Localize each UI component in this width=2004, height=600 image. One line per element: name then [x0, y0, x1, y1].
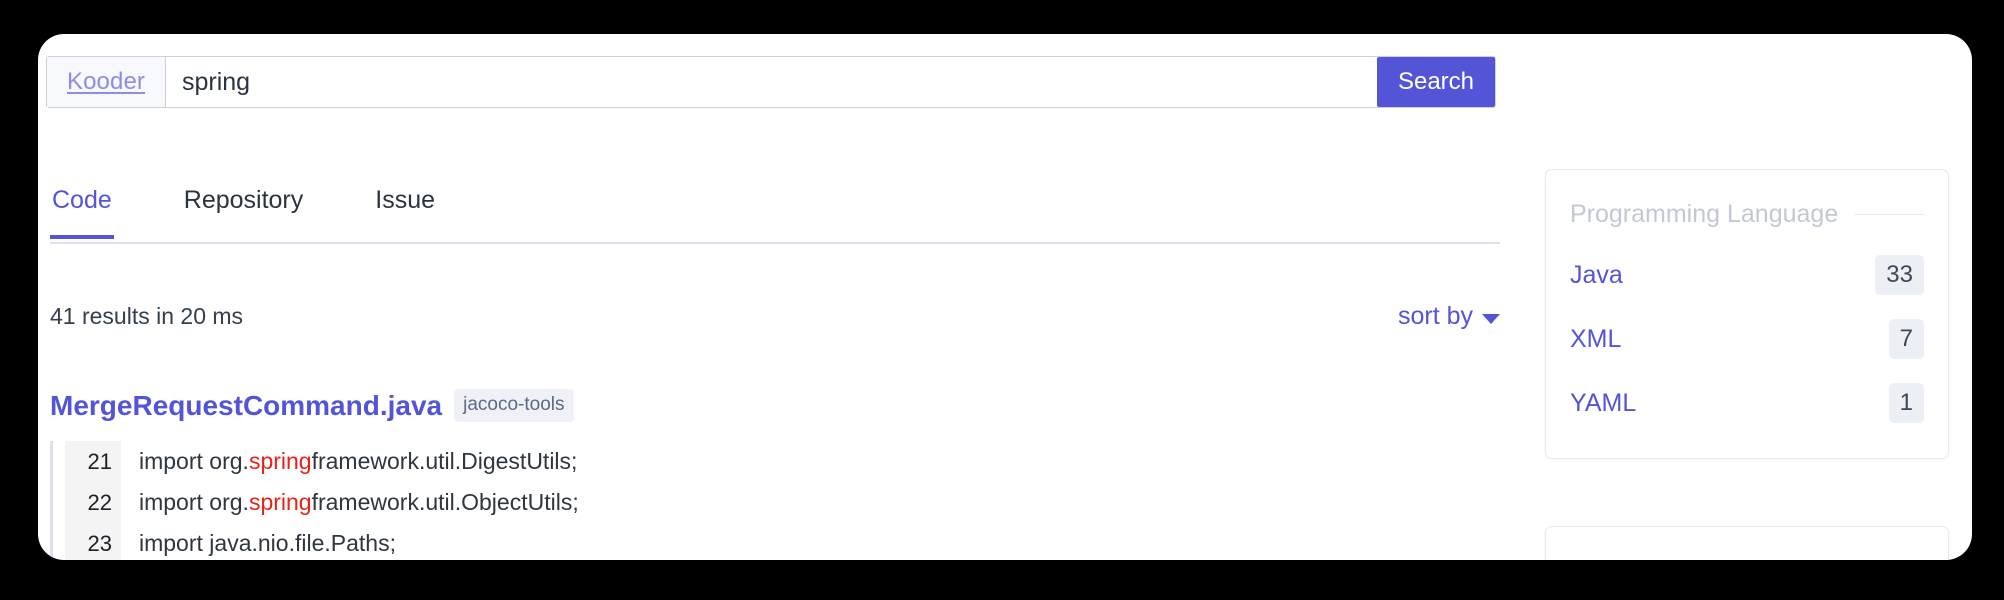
result-header: MergeRequestCommand.java jacoco-tools: [50, 389, 1500, 422]
panel-title: Repositories: [1570, 557, 1709, 560]
result-file-title[interactable]: MergeRequestCommand.java: [50, 390, 442, 422]
facet-count-badge: 33: [1875, 255, 1924, 295]
code-line-text: import java.nio.file.Paths;: [121, 523, 396, 560]
code-prefix: import java.nio.file.Paths;: [139, 530, 396, 556]
panel-header: Programming Language: [1546, 170, 1948, 229]
facet-panel-programming-language: Programming Language Java 33 XML 7 YAML …: [1545, 169, 1949, 459]
panel-title: Programming Language: [1570, 200, 1839, 228]
results-meta-row: 41 results in 20 ms sort by: [50, 302, 1500, 331]
sort-by-dropdown[interactable]: sort by: [1398, 302, 1500, 331]
tab-issue[interactable]: Issue: [373, 182, 437, 237]
line-number: 23: [65, 523, 121, 560]
facet-list: Java 33 XML 7 YAML 1: [1546, 229, 1948, 435]
kooder-brand-link[interactable]: Kooder: [67, 68, 145, 96]
facet-item-xml[interactable]: XML 7: [1570, 307, 1924, 371]
code-line-text: import org. spring framework.util.DigestUt…: [121, 441, 577, 482]
line-number: 22: [65, 482, 121, 523]
panel-divider: [1854, 214, 1924, 215]
result-item: MergeRequestCommand.java jacoco-tools 21…: [50, 389, 1500, 560]
code-prefix: import org.: [139, 448, 249, 474]
result-repo-tag[interactable]: jacoco-tools: [454, 389, 574, 422]
tab-code[interactable]: Code: [50, 182, 114, 239]
code-prefix: import org.: [139, 489, 249, 515]
facet-label[interactable]: XML: [1570, 325, 1621, 354]
search-bar: Kooder Search: [46, 56, 1496, 108]
code-snippet: 21 import org. spring framework.util.Diges…: [50, 441, 1500, 560]
facet-item-yaml[interactable]: YAML 1: [1570, 371, 1924, 435]
results-count-label: 41 results in 20 ms: [50, 303, 244, 329]
screenshot-root: Kooder Search Code Repository Issue 41 r…: [0, 0, 2004, 600]
code-line: 23 import java.nio.file.Paths;: [65, 523, 1500, 560]
sort-by-label: sort by: [1397, 302, 1473, 330]
chevron-down-icon: [1482, 313, 1500, 324]
facet-count-badge: 1: [1888, 383, 1924, 423]
facet-count-badge: 7: [1888, 319, 1924, 359]
search-input[interactable]: [166, 57, 1377, 107]
facet-label[interactable]: YAML: [1570, 389, 1636, 418]
code-suffix: framework.util.ObjectUtils;: [311, 489, 579, 515]
app-card: Kooder Search Code Repository Issue 41 r…: [38, 34, 1972, 560]
code-match: spring: [248, 489, 312, 515]
code-suffix: framework.util.DigestUtils;: [311, 448, 578, 474]
code-match: spring: [248, 448, 312, 474]
code-line: 22 import org. spring framework.util.Objec…: [65, 482, 1500, 523]
panel-header: Repositories: [1546, 527, 1948, 560]
facet-panel-repositories: Repositories: [1545, 526, 1949, 560]
facet-item-java[interactable]: Java 33: [1570, 243, 1924, 307]
code-line: 21 import org. spring framework.util.Diges…: [65, 441, 1500, 482]
result-type-tabs: Code Repository Issue: [50, 182, 1500, 244]
facet-label[interactable]: Java: [1570, 261, 1623, 290]
code-line-text: import org. spring framework.util.ObjectUt…: [121, 482, 579, 523]
line-number: 21: [65, 441, 121, 482]
search-button[interactable]: Search: [1377, 57, 1495, 107]
tab-repository[interactable]: Repository: [182, 182, 306, 237]
brand-box[interactable]: Kooder: [47, 57, 166, 107]
